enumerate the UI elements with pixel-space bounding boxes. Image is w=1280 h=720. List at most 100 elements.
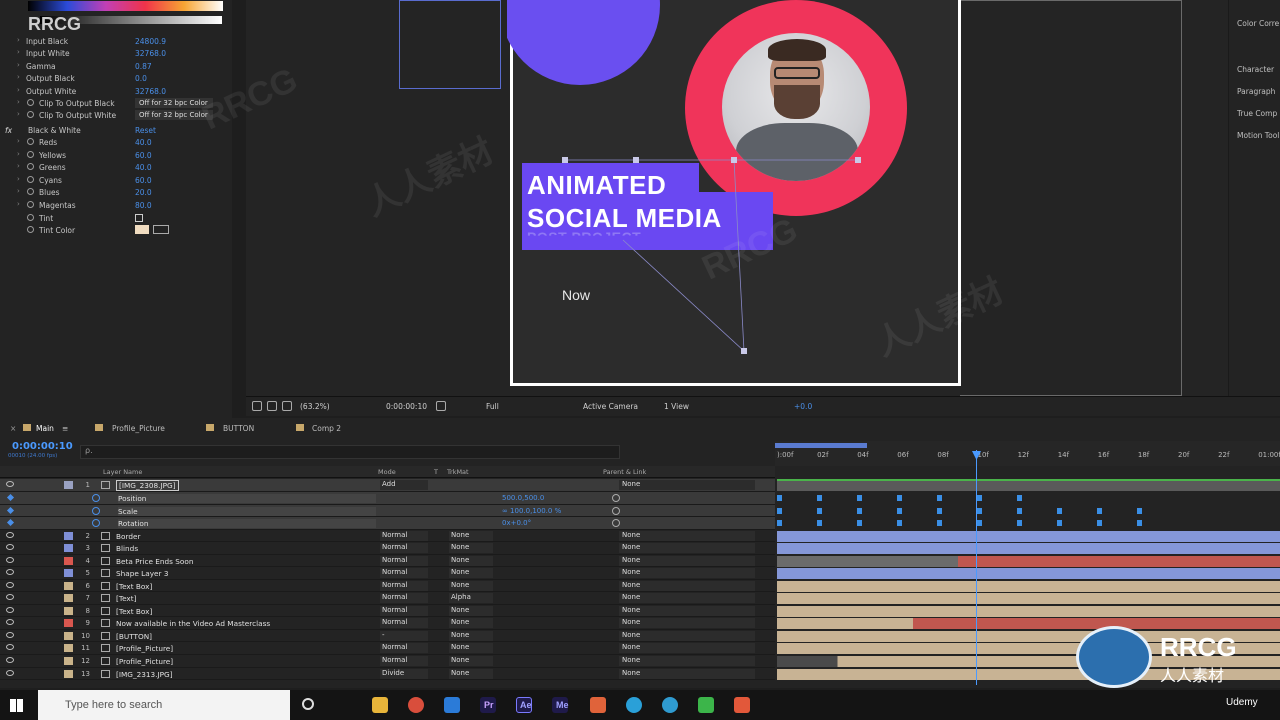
zoom-dropdown[interactable]: (63.2%) [300, 402, 330, 411]
layer-duration-bar[interactable] [777, 605, 1280, 617]
edge-icon[interactable] [662, 697, 678, 713]
keyframe-nav-icon[interactable] [6, 493, 15, 502]
stopwatch-icon[interactable] [27, 213, 34, 221]
stopwatch-icon[interactable] [27, 150, 34, 158]
chevron-right-icon[interactable]: › [17, 200, 20, 208]
keyframe-marker[interactable] [817, 520, 822, 526]
table-row[interactable]: 11 [Profile_Picture] Normal None None [0, 642, 775, 655]
eye-icon[interactable] [6, 531, 14, 538]
parent-dropdown[interactable]: None [619, 530, 755, 541]
trkmat-dropdown[interactable]: None [449, 580, 493, 591]
keyframe-marker[interactable] [777, 495, 782, 501]
effect-property[interactable]: › Magentas 80.0 [0, 199, 232, 212]
mode-dropdown[interactable]: Normal [380, 656, 428, 666]
chevron-right-icon[interactable]: › [17, 175, 20, 183]
mask-icon[interactable] [267, 401, 277, 411]
windows-start-icon[interactable] [10, 699, 23, 712]
keyframe-marker[interactable] [897, 507, 902, 514]
app2-icon[interactable] [734, 697, 750, 713]
property-value[interactable]: 40.0 [135, 163, 152, 172]
mode-dropdown[interactable]: - [380, 630, 428, 641]
stopwatch-icon[interactable] [27, 138, 34, 145]
chevron-right-icon[interactable]: › [17, 110, 20, 118]
property-value[interactable]: 24800.9 [135, 37, 166, 46]
eyedropper-icon[interactable] [153, 225, 169, 235]
property-value[interactable]: 60.0 [135, 151, 152, 160]
exposure-value[interactable]: +0.0 [794, 402, 812, 411]
stopwatch-icon[interactable] [27, 175, 34, 183]
trkmat-dropdown[interactable]: None [449, 643, 493, 654]
effect-property[interactable]: › Input Black 24800.9 [0, 35, 232, 48]
tint-checkbox[interactable] [135, 213, 143, 222]
mode-dropdown[interactable]: Normal [380, 643, 428, 654]
chevron-right-icon[interactable]: › [17, 48, 20, 56]
keyframe-marker[interactable] [857, 507, 862, 514]
layer-name[interactable]: Beta Price Ends Soon [116, 557, 193, 566]
mode-dropdown[interactable]: Divide [380, 668, 428, 679]
parent-dropdown[interactable]: None [619, 668, 755, 679]
col-layer-name[interactable]: Layer Name [103, 468, 142, 476]
viewer-time[interactable]: 0:00:00:10 [386, 402, 427, 411]
chevron-right-icon[interactable]: › [17, 150, 20, 158]
layer-duration-bar[interactable] [777, 530, 1280, 542]
camtasia-icon[interactable] [698, 697, 714, 713]
trkmat-dropdown[interactable]: None [449, 555, 493, 566]
label-color[interactable] [64, 481, 73, 489]
keyframe-marker[interactable] [1137, 520, 1142, 526]
table-row[interactable]: 3 Blinds Normal None None [0, 542, 775, 555]
parent-dropdown[interactable]: None [619, 555, 755, 566]
transform-property-value[interactable]: 0x+0.0° [502, 519, 531, 527]
layer-duration-bar[interactable] [777, 568, 1280, 580]
label-color[interactable] [64, 544, 73, 553]
eye-icon[interactable] [6, 481, 14, 487]
current-timecode[interactable]: 0:00:00:10 [12, 441, 73, 452]
property-value[interactable]: 40.0 [135, 138, 152, 147]
keyframe-marker[interactable] [857, 520, 862, 526]
keyframe-nav-icon[interactable] [6, 518, 15, 527]
tab-profile-picture[interactable]: Profile_Picture [112, 424, 165, 433]
work-area-bar[interactable] [775, 443, 867, 448]
mode-dropdown[interactable]: Normal [380, 555, 428, 566]
panel-character[interactable]: Character [1237, 65, 1274, 74]
label-color[interactable] [64, 669, 73, 678]
pick-whip-icon[interactable] [612, 506, 620, 515]
property-value[interactable]: 32768.0 [135, 49, 166, 58]
keyframe-marker[interactable] [1137, 507, 1142, 514]
mode-dropdown[interactable]: Normal [380, 593, 428, 604]
reset-link[interactable]: Reset [135, 126, 156, 135]
keyframe-marker[interactable] [977, 520, 982, 526]
transform-row[interactable]: Position 500.0,500.0 [0, 492, 775, 505]
keyframe-marker[interactable] [897, 495, 902, 501]
effect-property[interactable]: › Yellows 60.0 [0, 149, 232, 162]
keyframe-marker[interactable] [1057, 520, 1062, 526]
property-value[interactable]: 60.0 [135, 176, 152, 185]
parent-dropdown[interactable]: None [619, 656, 755, 666]
keyframe-marker[interactable] [977, 495, 982, 501]
mode-dropdown[interactable]: Normal [380, 605, 428, 616]
view-dropdown[interactable]: 1 View [664, 402, 689, 411]
layer-name[interactable]: [Text Box] [116, 582, 152, 591]
color-correction-label[interactable]: Color Corre [1237, 19, 1279, 28]
keyframe-nav-icon[interactable] [6, 506, 15, 514]
layer-name[interactable]: Shape Layer 3 [116, 569, 168, 578]
property-value[interactable]: 20.0 [135, 188, 152, 197]
stopwatch-icon[interactable] [27, 226, 34, 234]
effect-property[interactable]: › Reds 40.0 [0, 136, 232, 149]
transform-row[interactable]: Scale ∞ 100.0,100.0 % [0, 504, 775, 517]
layer-name[interactable]: Now available in the Video Ad Masterclas… [116, 619, 270, 628]
label-color[interactable] [64, 631, 73, 640]
panel-motion-tools[interactable]: Motion Tool [1237, 131, 1279, 140]
pick-whip-icon[interactable] [612, 494, 620, 502]
current-time-indicator[interactable] [976, 450, 977, 685]
parent-dropdown[interactable]: None [619, 605, 755, 616]
chrome-icon[interactable] [408, 697, 424, 713]
parent-dropdown[interactable]: None [619, 580, 755, 591]
stopwatch-icon[interactable] [92, 494, 100, 502]
effect-property[interactable]: › Blues 20.0 [0, 186, 232, 199]
trkmat-dropdown[interactable]: None [449, 605, 493, 616]
effect-property[interactable]: Tint Color [0, 224, 232, 237]
property-value[interactable]: 32768.0 [135, 87, 166, 96]
keyframe-marker[interactable] [1097, 507, 1102, 514]
close-icon[interactable]: × [10, 424, 16, 433]
trkmat-dropdown[interactable]: None [449, 543, 493, 554]
